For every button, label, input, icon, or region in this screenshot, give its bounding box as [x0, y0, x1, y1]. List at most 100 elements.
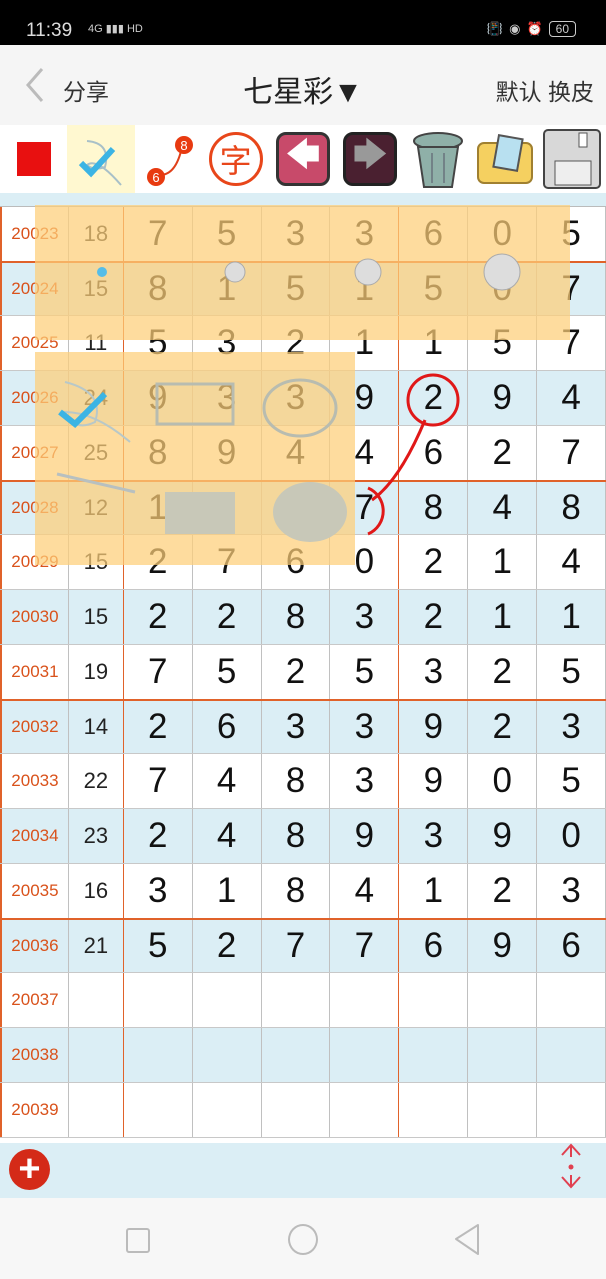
digit-cell[interactable]: 2	[399, 535, 469, 589]
gallery-button[interactable]	[471, 125, 538, 193]
skin-buttons[interactable]: 默认 换皮	[496, 73, 594, 107]
digit-cell[interactable]: 6	[537, 920, 606, 972]
digit-cell[interactable]: 5	[330, 645, 400, 699]
digit-cell[interactable]: 9	[468, 920, 538, 972]
check-tool-button[interactable]	[67, 125, 135, 193]
digit-cell[interactable]: 3	[262, 701, 331, 753]
digit-cell[interactable]: 4	[537, 371, 606, 425]
digit-cell[interactable]	[262, 1028, 331, 1082]
digit-cell[interactable]: 5	[193, 645, 262, 699]
digit-cell[interactable]: 6	[193, 701, 262, 753]
rectangle-filled-icon[interactable]	[165, 492, 235, 534]
digit-cell[interactable]	[330, 1083, 400, 1137]
digit-cell[interactable]: 2	[399, 371, 469, 425]
digit-cell[interactable]: 9	[330, 809, 400, 863]
digit-cell[interactable]: 3	[330, 590, 400, 644]
digit-cell[interactable]: 0	[468, 754, 538, 808]
back-icon[interactable]	[452, 1223, 482, 1256]
digit-cell[interactable]	[399, 1028, 469, 1082]
add-circle-icon[interactable]: +	[9, 1149, 50, 1190]
digit-cell[interactable]: 8	[262, 590, 331, 644]
sum-cell[interactable]: 22	[69, 754, 124, 808]
digit-cell[interactable]: 2	[468, 426, 538, 480]
digit-cell[interactable]: 8	[262, 864, 331, 918]
check-shape-icon[interactable]	[58, 381, 131, 443]
sum-cell[interactable]	[69, 1028, 124, 1082]
table-row[interactable]: 20033 22 7 4 8 3 9 0 5	[0, 754, 606, 809]
digit-cell[interactable]: 4	[537, 535, 606, 589]
digit-cell[interactable]: 2	[262, 645, 331, 699]
digit-cell[interactable]	[124, 973, 193, 1027]
digit-cell[interactable]: 1	[468, 535, 538, 589]
dot-small-icon[interactable]	[97, 267, 107, 277]
table-row[interactable]: 20031 19 7 5 2 5 3 2 5	[0, 645, 606, 700]
digit-cell[interactable]: 2	[193, 590, 262, 644]
digit-cell[interactable]: 8	[399, 482, 469, 534]
connect-tool-button[interactable]: 8 6	[135, 125, 202, 193]
digit-cell[interactable]: 2	[468, 701, 538, 753]
sum-cell[interactable]: 23	[69, 809, 124, 863]
ellipse-outline-icon[interactable]	[262, 378, 338, 438]
sum-cell[interactable]: 21	[69, 920, 124, 972]
sum-cell[interactable]: 15	[69, 590, 124, 644]
issue-number-cell[interactable]: 20035	[0, 864, 69, 918]
issue-number-cell[interactable]: 20030	[0, 590, 69, 644]
digit-cell[interactable]: 1	[537, 590, 606, 644]
digit-cell[interactable]	[537, 973, 606, 1027]
digit-cell[interactable]	[193, 973, 262, 1027]
expand-vertical-icon[interactable]	[556, 1143, 586, 1191]
sum-cell[interactable]	[69, 973, 124, 1027]
table-row[interactable]: 20037	[0, 973, 606, 1028]
digit-cell[interactable]: 2	[124, 809, 193, 863]
issue-number-cell[interactable]: 20034	[0, 809, 69, 863]
digit-cell[interactable]: 5	[124, 920, 193, 972]
text-tool-button[interactable]: 字	[202, 125, 269, 193]
digit-cell[interactable]: 8	[262, 754, 331, 808]
sum-cell[interactable]	[69, 1083, 124, 1137]
digit-cell[interactable]	[262, 973, 331, 1027]
digit-cell[interactable]: 7	[330, 920, 400, 972]
dot-large-icon[interactable]	[354, 258, 382, 286]
digit-cell[interactable]: 3	[399, 809, 469, 863]
issue-number-cell[interactable]: 20033	[0, 754, 69, 808]
digit-cell[interactable]: 9	[399, 754, 469, 808]
undo-button[interactable]: 🡄	[269, 125, 336, 193]
digit-cell[interactable]: 4	[468, 482, 538, 534]
digit-cell[interactable]	[399, 1083, 469, 1137]
dot-medium-icon[interactable]	[224, 261, 246, 283]
digit-cell[interactable]: 4	[330, 864, 400, 918]
digit-cell[interactable]: 5	[537, 754, 606, 808]
table-row[interactable]: 20038	[0, 1028, 606, 1083]
digit-cell[interactable]: 7	[537, 426, 606, 480]
table-row[interactable]: 20032 14 2 6 3 3 9 2 3	[0, 699, 606, 754]
table-row[interactable]: 20036 21 5 2 7 7 6 9 6	[0, 918, 606, 973]
table-row[interactable]: 20034 23 2 4 8 9 3 9 0	[0, 809, 606, 864]
issue-number-cell[interactable]: 20031	[0, 645, 69, 699]
digit-cell[interactable]	[330, 973, 400, 1027]
digit-cell[interactable]: 2	[193, 920, 262, 972]
color-picker-button[interactable]	[0, 125, 67, 193]
digit-cell[interactable]: 2	[468, 645, 538, 699]
redo-button[interactable]: 🡆	[337, 125, 404, 193]
line-shape-icon[interactable]	[56, 472, 136, 494]
digit-cell[interactable]	[537, 1028, 606, 1082]
digit-cell[interactable]: 7	[262, 920, 331, 972]
digit-cell[interactable]	[262, 1083, 331, 1137]
save-button[interactable]	[539, 125, 606, 193]
issue-number-cell[interactable]: 20039	[0, 1083, 69, 1137]
issue-number-cell[interactable]: 20032	[0, 701, 69, 753]
digit-cell[interactable]	[193, 1028, 262, 1082]
digit-cell[interactable]: 4	[193, 809, 262, 863]
digit-cell[interactable]	[468, 1028, 538, 1082]
sum-cell[interactable]: 19	[69, 645, 124, 699]
digit-cell[interactable]: 2	[124, 701, 193, 753]
digit-cell[interactable]	[193, 1083, 262, 1137]
issue-number-cell[interactable]: 20036	[0, 920, 69, 972]
digit-cell[interactable]: 3	[124, 864, 193, 918]
issue-number-cell[interactable]: 20037	[0, 973, 69, 1027]
digit-cell[interactable]	[468, 1083, 538, 1137]
digit-cell[interactable]	[399, 973, 469, 1027]
digit-cell[interactable]: 9	[468, 371, 538, 425]
home-icon[interactable]	[288, 1224, 318, 1255]
digit-cell[interactable]: 1	[399, 864, 469, 918]
